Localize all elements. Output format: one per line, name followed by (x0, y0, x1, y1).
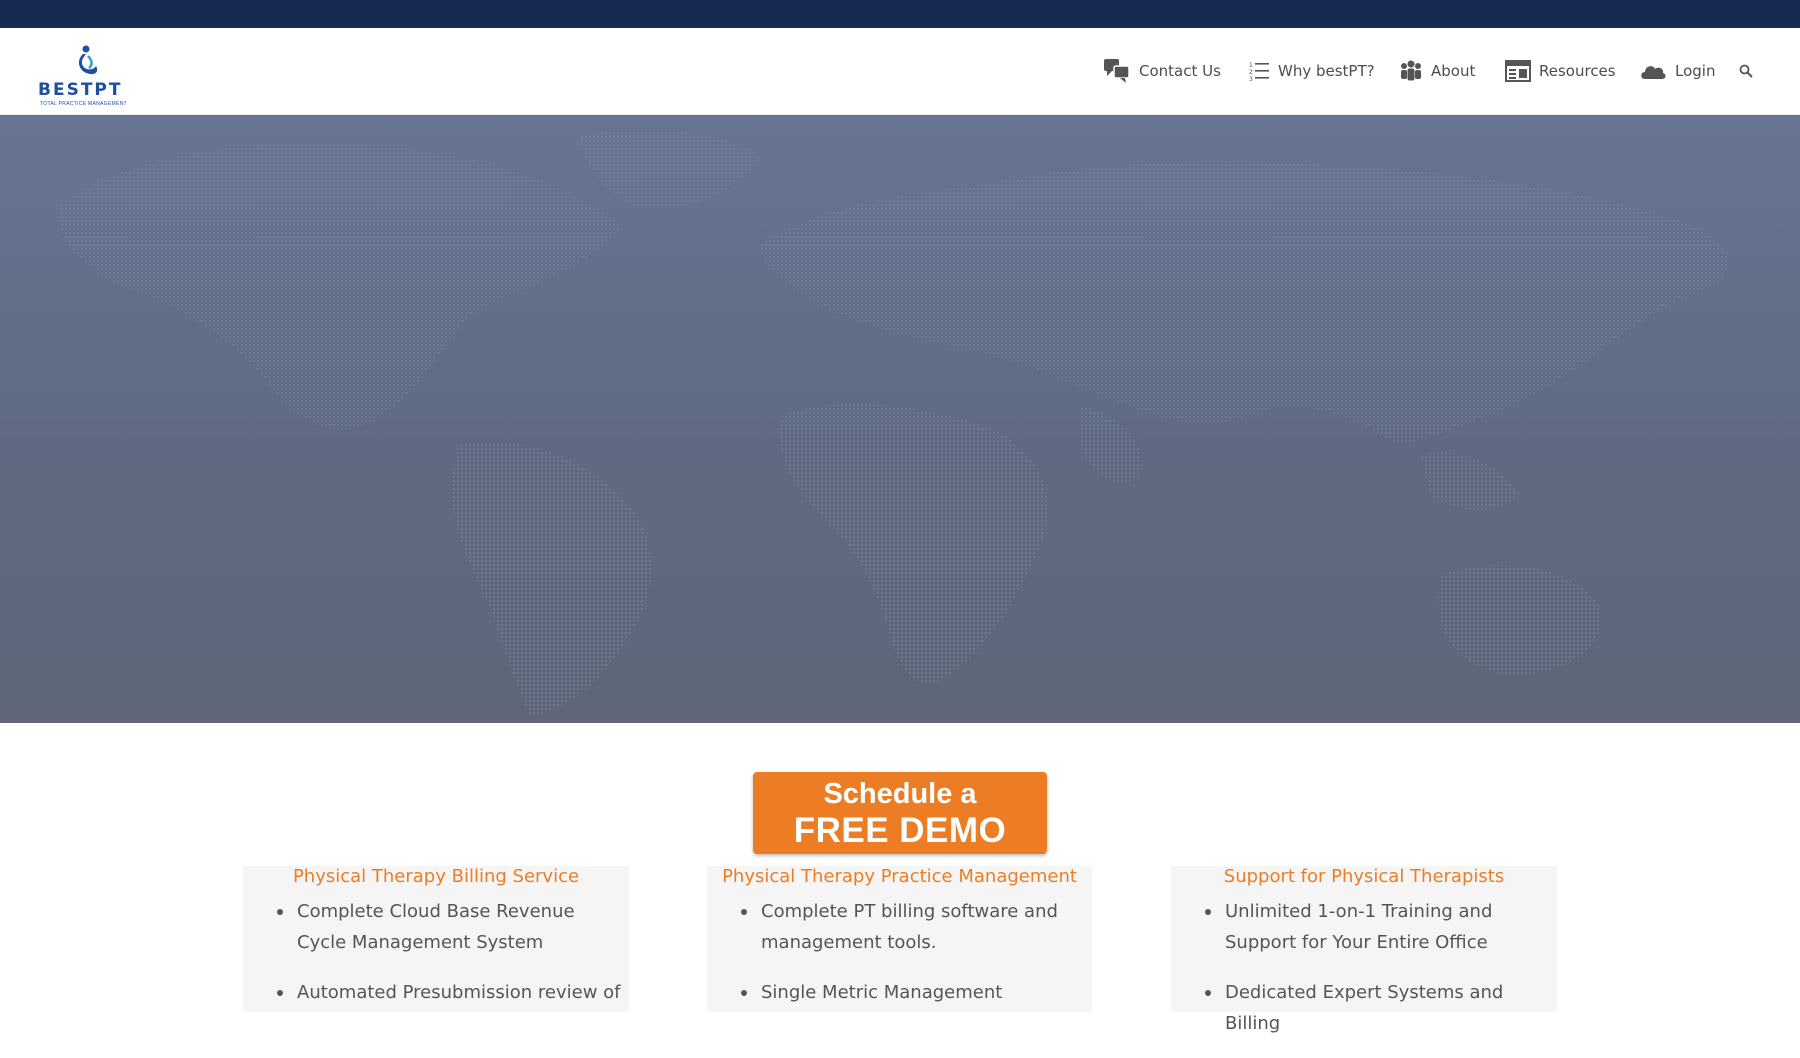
column-list-support: Unlimited 1-on-1 Training and Support fo… (1171, 896, 1555, 1058)
column-title-management[interactable]: Physical Therapy Practice Management (707, 866, 1092, 888)
demo-button-line2: FREE DEMO (793, 811, 1007, 850)
nav-label-resources: Resources (1539, 62, 1616, 80)
svg-text:2: 2 (1249, 69, 1253, 76)
main-nav: Contact Us 1 2 3 Why bestPT? About Resou… (0, 28, 1800, 114)
list-item: Automated Presubmission review of (277, 977, 627, 1008)
schedule-demo-button[interactable]: Schedule a FREE DEMO (753, 772, 1047, 854)
nav-label-contact: Contact Us (1139, 62, 1221, 80)
nav-label-about: About (1431, 62, 1476, 80)
chat-bubbles-icon (1104, 59, 1130, 83)
nav-item-contact[interactable]: Contact Us (1103, 28, 1221, 114)
list-item: Unlimited 1-on-1 Training and Support fo… (1205, 896, 1545, 958)
nav-item-why[interactable]: 1 2 3 Why bestPT? (1248, 28, 1375, 114)
list-item: Complete PT billing software and managem… (741, 896, 1071, 958)
world-map-background (58, 130, 1729, 715)
nav-item-login[interactable]: Login (1639, 28, 1715, 114)
nav-label-login: Login (1675, 62, 1716, 80)
list-item: Complete Cloud Base Revenue Cycle Manage… (277, 896, 627, 958)
svg-text:1: 1 (1249, 62, 1253, 69)
numbered-list-icon: 1 2 3 (1249, 62, 1269, 82)
nav-item-resources[interactable]: Resources (1505, 28, 1616, 114)
people-icon (1401, 60, 1421, 81)
feature-column-billing: Physical Therapy Billing Service Complet… (243, 866, 629, 1012)
list-item: Single Metric Management (741, 977, 1071, 1008)
feature-column-management: Physical Therapy Practice Management Com… (707, 866, 1092, 1012)
list-item: Dedicated Expert Systems and Billing (1205, 977, 1555, 1039)
cloud-icon (1641, 66, 1666, 79)
hero-banner (0, 115, 1800, 723)
top-accent-bar (0, 0, 1800, 28)
column-list-management: Complete PT billing software and managem… (707, 896, 1071, 1027)
svg-text:3: 3 (1249, 76, 1253, 82)
newspaper-icon (1505, 60, 1531, 82)
search-icon (1739, 64, 1753, 78)
column-list-billing: Complete Cloud Base Revenue Cycle Manage… (243, 896, 627, 1027)
demo-button-line1: Schedule a (823, 778, 977, 810)
column-title-billing[interactable]: Physical Therapy Billing Service (243, 866, 629, 888)
search-button[interactable] (1739, 28, 1761, 114)
feature-column-support: Support for Physical Therapists Unlimite… (1171, 866, 1557, 1034)
nav-item-about[interactable]: About (1399, 28, 1475, 114)
nav-label-why: Why bestPT? (1278, 62, 1375, 80)
column-title-support[interactable]: Support for Physical Therapists (1171, 866, 1557, 888)
